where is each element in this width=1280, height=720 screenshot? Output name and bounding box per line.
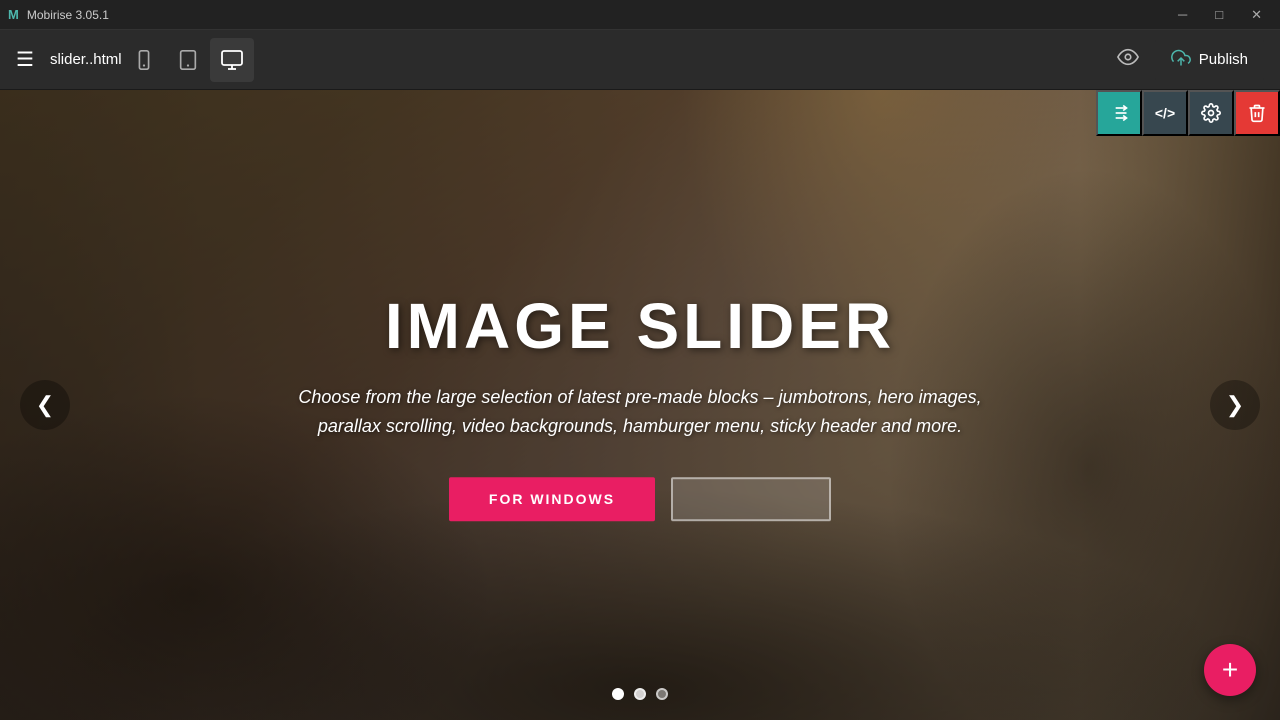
reorder-block-button[interactable]	[1096, 90, 1142, 136]
minimize-button[interactable]: ─	[1168, 0, 1197, 29]
slider-dot-1[interactable]	[612, 688, 624, 700]
tablet-view-button[interactable]	[166, 38, 210, 82]
main-toolbar: ☰ slider..html	[0, 30, 1280, 90]
slider-buttons: FOR WINDOWS	[290, 477, 990, 521]
app-title: Mobirise 3.05.1	[27, 8, 109, 22]
block-toolbar: </>	[1096, 90, 1280, 136]
slider-content: IMAGE SLIDER Choose from the large selec…	[290, 289, 990, 521]
titlebar: M Mobirise 3.05.1 ─ □ ✕	[0, 0, 1280, 30]
desktop-view-button[interactable]	[210, 38, 254, 82]
slider-dots	[612, 688, 668, 700]
add-block-fab[interactable]: +	[1204, 644, 1256, 696]
close-button[interactable]: ✕	[1241, 0, 1272, 29]
slider-prev-button[interactable]: ❮	[20, 380, 70, 430]
settings-block-button[interactable]	[1188, 90, 1234, 136]
slider-description: Choose from the large selection of lates…	[290, 383, 990, 441]
view-switcher	[122, 38, 254, 82]
code-block-button[interactable]: </>	[1142, 90, 1188, 136]
for-windows-button[interactable]: FOR WINDOWS	[449, 477, 655, 521]
app-logo: M	[8, 7, 19, 22]
main-canvas: </> IMAGE SLIDER Choose from the large s…	[0, 90, 1280, 720]
code-icon: </>	[1155, 105, 1175, 121]
slider-title: IMAGE SLIDER	[290, 289, 990, 363]
slider-next-button[interactable]: ❯	[1210, 380, 1260, 430]
restore-button[interactable]: □	[1205, 0, 1233, 29]
menu-button[interactable]: ☰	[16, 47, 34, 72]
slider-dot-3[interactable]	[656, 688, 668, 700]
filename-label: slider..html	[50, 51, 122, 68]
next-icon: ❯	[1226, 392, 1244, 418]
slider-dot-2[interactable]	[634, 688, 646, 700]
mobile-view-button[interactable]	[122, 38, 166, 82]
preview-button[interactable]	[1117, 46, 1139, 74]
toolbar-right: Publish	[1117, 40, 1264, 80]
publish-button[interactable]: Publish	[1155, 40, 1264, 80]
for-mac-button[interactable]	[671, 477, 831, 521]
delete-block-button[interactable]	[1234, 90, 1280, 136]
add-icon: +	[1222, 654, 1238, 686]
publish-cloud-icon	[1171, 48, 1191, 72]
publish-label: Publish	[1199, 51, 1248, 68]
prev-icon: ❮	[36, 392, 54, 418]
